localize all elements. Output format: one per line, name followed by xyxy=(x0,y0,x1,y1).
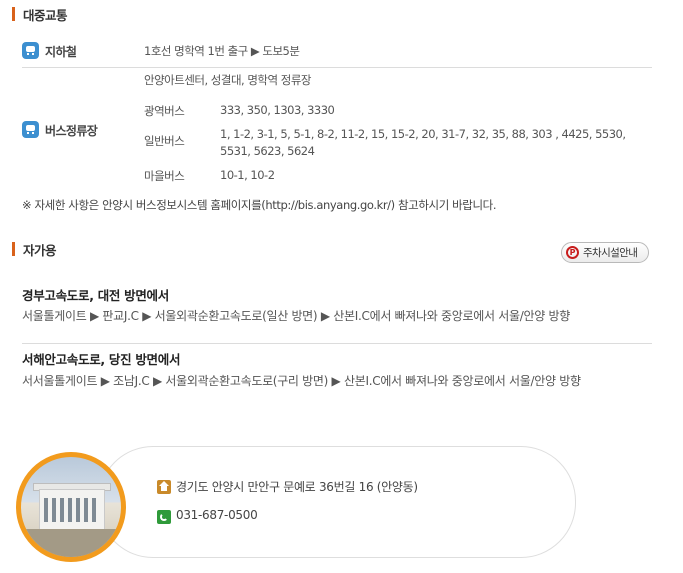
bus-label: 버스정류장 xyxy=(45,124,98,138)
heading-accent-bar xyxy=(12,242,15,256)
parking-icon: P xyxy=(566,246,579,259)
bus-routes: 1, 1-2, 3-1, 5, 5-1, 8-2, 11-2, 15, 15-2… xyxy=(220,127,626,158)
subway-label: 지하철 xyxy=(45,45,77,59)
section-title: 자가용 xyxy=(23,242,57,258)
subway-value: 1호선 명학역 1번 출구 ▶ 도보5분 xyxy=(144,44,300,58)
parking-button-label: 주차시설안내 xyxy=(583,247,638,259)
bus-type-label: 광역버스 xyxy=(144,104,185,118)
address-text: 경기도 안양시 만안구 문예로 36번길 16 (안양동) xyxy=(176,480,418,494)
section-title: 대중교통 xyxy=(23,7,68,23)
route-title: 경부고속도로, 대전 방면에서 xyxy=(22,288,169,303)
phone-text: 031-687-0500 xyxy=(176,508,258,522)
bus-info-note: ※ 자세한 사항은 안양시 버스정보시스템 홈페이지를(http://bis.a… xyxy=(22,198,497,212)
divider xyxy=(22,343,652,344)
section-heading-public-transit: 대중교통 xyxy=(12,6,68,23)
section-heading-car: 자가용 xyxy=(12,241,57,258)
home-icon xyxy=(157,480,171,494)
route-body: 서서울톨게이트 ▶ 조남J.C ▶ 서울외곽순환고속도로(구리 방면) ▶ 산본… xyxy=(22,374,581,388)
building-photo xyxy=(16,452,126,562)
bus-icon xyxy=(22,121,39,138)
phone-icon xyxy=(157,510,171,524)
bus-stops: 안양아트센터, 성결대, 명학역 정류장 xyxy=(144,73,311,87)
subway-row: 지하철 1호선 명학역 1번 출구 ▶ 도보5분 xyxy=(22,34,652,68)
building-ground xyxy=(21,529,121,557)
heading-accent-bar xyxy=(12,7,15,21)
parking-info-button[interactable]: P 주차시설안내 xyxy=(561,242,649,263)
route-title: 서해안고속도로, 당진 방면에서 xyxy=(22,352,181,367)
building-facade xyxy=(39,489,105,531)
subway-icon xyxy=(22,42,39,59)
bus-type-label: 일반버스 xyxy=(144,134,185,148)
bus-routes: 10-1, 10-2 xyxy=(220,168,275,182)
contact-card: 경기도 안양시 만안구 문예로 36번길 16 (안양동) 031-687-05… xyxy=(98,446,576,558)
bus-routes: 333, 350, 1303, 3330 xyxy=(220,103,335,117)
route-body: 서울톨게이트 ▶ 판교J.C ▶ 서울외곽순환고속도로(일산 방면) ▶ 산본I… xyxy=(22,309,570,323)
bus-type-label: 마을버스 xyxy=(144,169,185,183)
